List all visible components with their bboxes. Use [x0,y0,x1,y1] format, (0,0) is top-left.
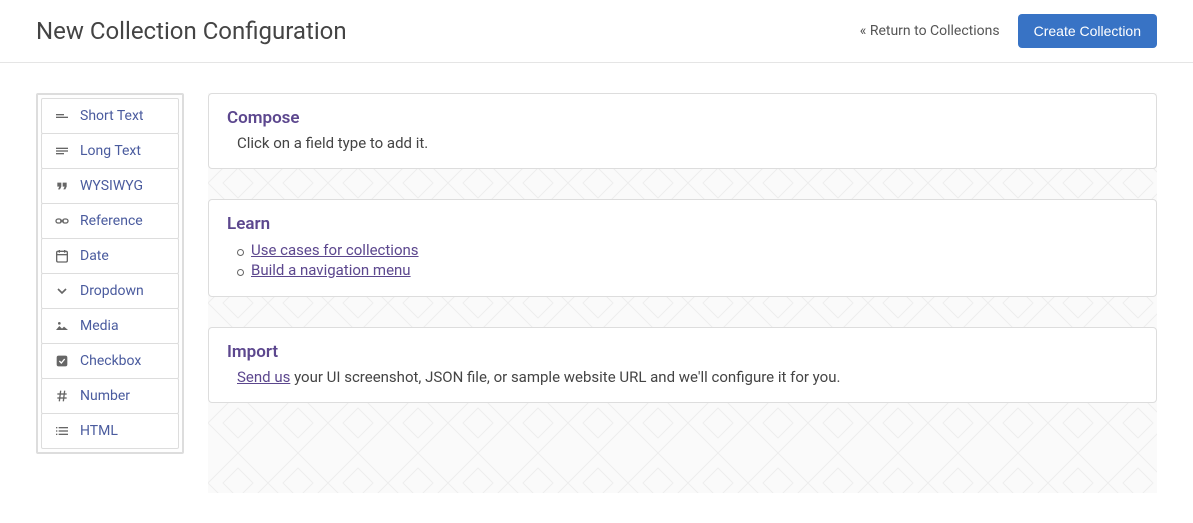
field-label: WYSIWYG [80,178,143,194]
field-dropdown[interactable]: Dropdown [41,273,179,309]
image-icon [54,318,70,334]
chevron-down-icon [54,283,70,299]
quote-icon [54,178,70,194]
learn-link-nav-menu[interactable]: Build a navigation menu [251,261,411,279]
long-text-icon [54,143,70,159]
compose-text: Click on a field type to add it. [227,134,1138,152]
field-type-sidebar: Short Text Long Text WYSIWYG Reference D… [36,93,184,454]
field-label: Number [80,388,130,404]
field-label: Short Text [80,108,144,124]
field-long-text[interactable]: Long Text [41,133,179,169]
return-link[interactable]: « Return to Collections [860,23,1000,39]
list-icon [54,423,70,439]
compose-panel: Compose Click on a field type to add it. [208,93,1157,169]
checkbox-icon [54,353,70,369]
field-label: Media [80,318,119,334]
field-label: Dropdown [80,283,144,299]
import-text: Send us your UI screenshot, JSON file, o… [227,368,1138,386]
learn-title: Learn [227,214,1138,234]
field-label: Reference [80,213,143,229]
content-area: Compose Click on a field type to add it.… [208,93,1157,493]
learn-item: Build a navigation menu [251,260,1138,280]
field-checkbox[interactable]: Checkbox [41,343,179,379]
learn-item: Use cases for collections [251,240,1138,260]
field-media[interactable]: Media [41,308,179,344]
field-date[interactable]: Date [41,238,179,274]
compose-title: Compose [227,108,1138,128]
send-us-link[interactable]: Send us [237,368,290,386]
short-text-icon [54,108,70,124]
field-label: Date [80,248,109,264]
create-collection-button[interactable]: Create Collection [1018,14,1157,48]
import-title: Import [227,342,1138,362]
field-label: HTML [80,423,118,439]
field-number[interactable]: Number [41,378,179,414]
import-rest-text: your UI screenshot, JSON file, or sample… [290,368,840,386]
learn-panel: Learn Use cases for collections Build a … [208,199,1157,297]
link-icon [54,213,70,229]
field-wysiwyg[interactable]: WYSIWYG [41,168,179,204]
hash-icon [54,388,70,404]
calendar-icon [54,248,70,264]
import-panel: Import Send us your UI screenshot, JSON … [208,327,1157,403]
header-actions: « Return to Collections Create Collectio… [860,14,1157,48]
field-reference[interactable]: Reference [41,203,179,239]
learn-link-use-cases[interactable]: Use cases for collections [251,241,419,259]
field-html[interactable]: HTML [41,413,179,449]
field-label: Long Text [80,143,141,159]
page-title: New Collection Configuration [36,17,347,45]
field-label: Checkbox [80,353,141,369]
field-short-text[interactable]: Short Text [41,98,179,134]
